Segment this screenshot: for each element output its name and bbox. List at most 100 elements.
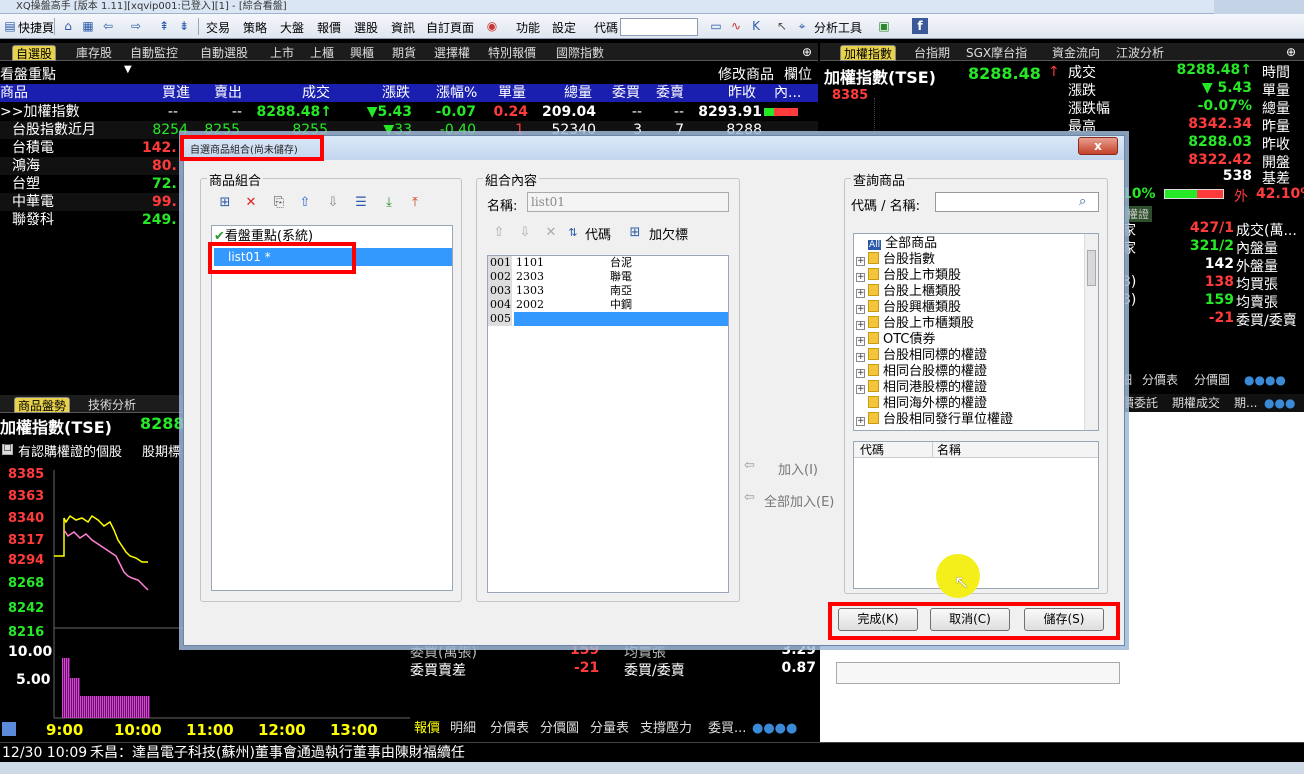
- code-input[interactable]: [620, 18, 698, 36]
- search-icon[interactable]: ⌕: [1079, 194, 1086, 209]
- table-row[interactable]: 001 1101 台泥: [488, 256, 728, 270]
- expand-icon[interactable]: +: [856, 273, 865, 282]
- add-group-icon[interactable]: ⊞: [217, 195, 233, 211]
- tree-item[interactable]: + 台股指數: [856, 252, 935, 268]
- tab-price-chart[interactable]: 分價圖: [540, 720, 579, 738]
- header-name[interactable]: 商品: [0, 84, 28, 102]
- forward-arrow-icon[interactable]: ⇨: [128, 18, 144, 34]
- page-icon[interactable]: ▦: [80, 18, 96, 34]
- group-selector[interactable]: 看盤重點: [0, 64, 56, 84]
- tree-item-all[interactable]: All 全部商品: [868, 236, 937, 252]
- menu-quote[interactable]: 報價: [317, 19, 341, 36]
- expand-icon[interactable]: +: [856, 353, 865, 362]
- header-total-vol[interactable]: 總量: [564, 84, 592, 102]
- tab-auto-screen[interactable]: 自動選股: [200, 45, 248, 61]
- tab-listed[interactable]: 上市: [270, 45, 294, 61]
- results-header-name[interactable]: 名稱: [932, 442, 961, 458]
- tree-item[interactable]: + 台股相同標的權證: [856, 348, 987, 364]
- add-button[interactable]: 加入(I): [778, 459, 818, 478]
- tree-item[interactable]: + 台股相同發行單位權證: [856, 412, 1013, 428]
- tab-sgx[interactable]: SGX摩台指: [966, 45, 1027, 61]
- tab-order-book[interactable]: 價委託: [1122, 394, 1158, 412]
- menu-custom-page[interactable]: 自訂頁面: [426, 19, 474, 36]
- move-up-icon[interactable]: ⇧: [297, 195, 313, 211]
- tab-price-table[interactable]: 分價表: [490, 720, 529, 738]
- tree-item[interactable]: 相同海外標的權證: [868, 396, 987, 412]
- table-row[interactable]: >>加權指數 -- -- 8288.48↑ ▼5.43 -0.07 0.24 2…: [0, 103, 818, 121]
- tab-otc[interactable]: 上櫃: [310, 45, 334, 61]
- tab-futures[interactable]: 期貨: [392, 45, 416, 61]
- analysis-icon[interactable]: ⌖: [794, 18, 810, 34]
- tree-item[interactable]: + 相同港股標的權證: [856, 380, 987, 396]
- list-icon[interactable]: ☰: [353, 195, 369, 211]
- warrant-checkbox[interactable]: ☐: [2, 444, 13, 455]
- expand-icon[interactable]: +: [856, 417, 865, 426]
- tab-futopt-trades[interactable]: 期權成交: [1172, 394, 1220, 412]
- header-last[interactable]: 成交: [302, 84, 330, 102]
- monitor-icon[interactable]: ▣: [876, 18, 892, 34]
- expand-icon[interactable]: +: [856, 257, 865, 266]
- home-icon[interactable]: ⌂: [60, 18, 76, 34]
- chart-mode-icon[interactable]: [2, 722, 16, 736]
- expand-icon[interactable]: +: [856, 337, 865, 346]
- edit-columns-button[interactable]: 欄位: [784, 64, 812, 84]
- expand-icon[interactable]: +: [856, 321, 865, 330]
- zoom-icon[interactable]: ⊕: [802, 45, 812, 59]
- query-input[interactable]: [935, 192, 1099, 212]
- add-all-button[interactable]: 全部加入(E): [764, 491, 834, 510]
- expand-icon[interactable]: +: [856, 385, 865, 394]
- blank-input[interactable]: [836, 662, 1120, 684]
- tree-item[interactable]: + 台股興櫃類股: [856, 300, 961, 316]
- delete-item-icon[interactable]: ✕: [543, 225, 559, 241]
- tab-intl-index[interactable]: 國際指數: [556, 45, 604, 61]
- move-down-icon[interactable]: ⇩: [517, 225, 533, 241]
- scrollbar-thumb[interactable]: [1087, 250, 1096, 286]
- tab-tx-futures[interactable]: 台指期: [914, 45, 950, 61]
- quick-page-button[interactable]: 快捷頁: [18, 19, 54, 36]
- menu-info[interactable]: 資訊: [391, 19, 415, 36]
- menu-trade[interactable]: 交易: [206, 19, 230, 36]
- nav-arrows-icon[interactable]: ●●●: [1264, 394, 1295, 412]
- news-ticker[interactable]: 12/30 10:09 禾昌：達昌電子科技(蘇州)董事會通過執行董事由陳財福續任: [0, 742, 1304, 762]
- menu-screening[interactable]: 選股: [354, 19, 378, 36]
- tab-bid-more[interactable]: 委買...: [708, 720, 746, 738]
- tab-taiex[interactable]: 加權指數: [840, 45, 897, 61]
- down-double-icon[interactable]: ⇟: [176, 18, 192, 34]
- facebook-icon[interactable]: f: [912, 18, 928, 34]
- table-row[interactable]: 003 1303 南亞: [488, 284, 728, 298]
- window-controls[interactable]: [1214, 0, 1304, 14]
- header-bid[interactable]: 買進: [162, 84, 190, 102]
- export-icon[interactable]: ⤒: [407, 195, 423, 211]
- new-code-input[interactable]: [514, 312, 728, 326]
- tab-technical[interactable]: 技術分析: [88, 397, 136, 413]
- edit-products-button[interactable]: 修改商品: [718, 64, 774, 84]
- combo-name-field[interactable]: [527, 192, 729, 212]
- tab-volume-table[interactable]: 分量表: [590, 720, 629, 738]
- menu-market[interactable]: 大盤: [280, 19, 304, 36]
- menu-function[interactable]: 功能: [516, 19, 540, 36]
- dialog-close-button[interactable]: x: [1078, 137, 1118, 155]
- add-target-button[interactable]: 加欠標: [649, 224, 688, 243]
- table-row-editing[interactable]: 005: [488, 312, 728, 326]
- tab-watchlist[interactable]: 自選股: [12, 45, 57, 61]
- move-up-icon[interactable]: ⇧: [491, 225, 507, 241]
- move-down-icon[interactable]: ⇩: [325, 195, 341, 211]
- header-unit-vol[interactable]: 單量: [498, 84, 526, 102]
- header-inner[interactable]: 內...: [774, 84, 801, 102]
- header-change-pct[interactable]: 漲幅%: [436, 84, 477, 102]
- tree-scrollbar[interactable]: [1084, 234, 1098, 430]
- alert-icon[interactable]: ◉: [484, 18, 500, 34]
- tab-price-chart[interactable]: 分價圖: [1194, 372, 1230, 388]
- code-sort-button[interactable]: 代碼: [585, 224, 611, 243]
- tree-item[interactable]: + 台股上櫃類股: [856, 284, 961, 300]
- tab-options[interactable]: 選擇權: [434, 45, 470, 61]
- results-header-code[interactable]: 代碼: [860, 442, 884, 458]
- delete-group-icon[interactable]: ✕: [243, 195, 259, 211]
- line-chart-icon[interactable]: ∿: [728, 18, 744, 34]
- header-ask[interactable]: 賣出: [214, 84, 242, 102]
- tab-special-quotes[interactable]: 特別報價: [488, 45, 536, 61]
- nav-arrows-icon[interactable]: ●●●●: [1244, 372, 1286, 388]
- header-ask-vol[interactable]: 委賣: [656, 84, 684, 102]
- tab-auto-monitor[interactable]: 自動監控: [130, 45, 178, 61]
- expand-icon[interactable]: +: [856, 369, 865, 378]
